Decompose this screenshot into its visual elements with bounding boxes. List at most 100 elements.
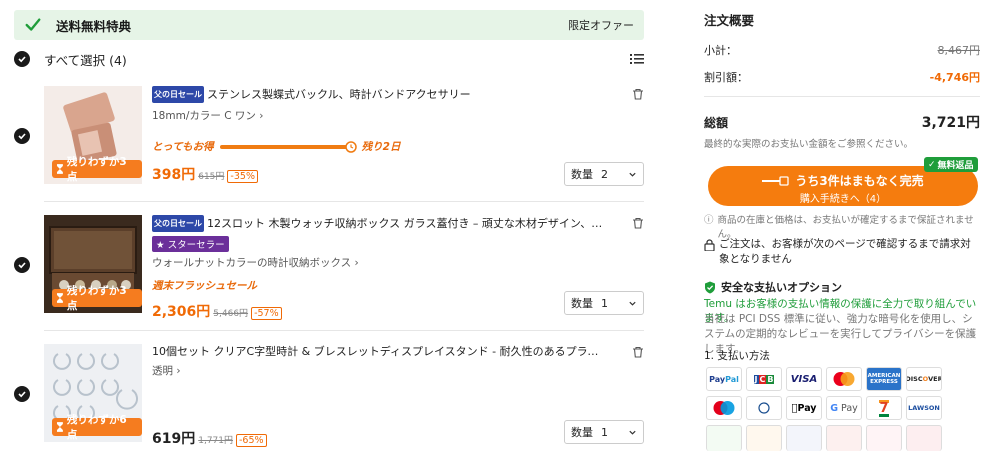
product-image[interactable]: 残りわずか3点	[44, 86, 142, 184]
variant-selector[interactable]: 18mm/カラー C ワン ›	[152, 108, 632, 123]
quantity-value: 1	[601, 425, 608, 439]
sale-tag: 父の日セール	[152, 215, 204, 232]
checkmark-icon	[25, 18, 41, 31]
check-icon: ✓	[928, 159, 936, 170]
maestro-icon	[706, 396, 742, 420]
divider	[704, 96, 980, 97]
select-all-row: すべて選択 (4)	[14, 48, 644, 70]
low-stock-text: 残りわずか3点	[66, 156, 127, 183]
check-icon	[18, 262, 26, 269]
lawson-icon: LAWSON	[906, 396, 942, 420]
price: 619円	[152, 431, 196, 447]
secure-title: 安全な支払いオプション	[721, 281, 842, 294]
old-price: 615円	[198, 172, 225, 182]
payment-icon-partial	[826, 425, 862, 451]
free-return-badge: ✓ 無料返品	[924, 157, 978, 172]
apple-pay-icon: Pay	[786, 396, 822, 420]
quantity-select[interactable]: 数量 1	[564, 420, 644, 444]
discount-badge: -65%	[236, 434, 267, 447]
hourglass-icon	[56, 164, 63, 174]
info-icon: ⓘ	[704, 215, 714, 226]
banner-title: 送料無料特典	[56, 18, 132, 34]
stock-note-text: 商品の在庫と価格は、お支払いが確定するまで保証されません。	[717, 215, 974, 240]
quantity-select[interactable]: 数量 1	[564, 291, 644, 315]
product-name[interactable]: 父の日セール 12スロット 木製ウォッチ収納ボックス ガラス蓋付き – 頑丈な木材…	[152, 215, 607, 232]
trash-icon[interactable]	[632, 217, 644, 229]
trash-icon[interactable]	[632, 346, 644, 358]
checkout-button[interactable]: うち3件はまもなく完売 購入手続きへ（4）	[708, 166, 978, 206]
discount-value: -4,746円	[929, 71, 980, 84]
payment-icon-partial	[866, 425, 902, 451]
summary-title: 注文概要	[704, 13, 755, 28]
chevron-down-icon	[629, 430, 636, 435]
chevron-down-icon	[629, 301, 636, 306]
select-all-checkbox[interactable]	[14, 51, 30, 67]
cart-item: 残りわずか3点 父の日セール ステンレス製蝶式バックル、時計バンドアクセサリー 1…	[14, 86, 644, 196]
product-name-text: 10個セット クリアC字型時計 & ブレスレットディスプレイスタンド - 耐久性…	[152, 345, 607, 358]
free-return-text: 無料返品	[937, 161, 974, 171]
promo-bar: 週末フラッシュセール	[152, 278, 632, 293]
product-image[interactable]: 残りわずか3点	[44, 215, 142, 313]
promo-bar: とってもお得 残り2日	[152, 139, 632, 154]
stock-note: ⓘ 商品の在庫と価格は、お支払いが確定するまで保証されません。	[704, 212, 980, 240]
old-price: 1,771円	[198, 436, 233, 446]
item-info: 10個セット クリアC字型時計 & ブレスレットディスプレイスタンド - 耐久性…	[152, 344, 632, 448]
cart-panel: 送料無料特典 限定オファー すべて選択 (4) 残りわずか3点 父の日セール ス…	[0, 0, 660, 451]
total-note: 最終的な実際のお支払い金額をご参照ください。	[704, 139, 914, 150]
total-label: 総額	[704, 115, 729, 130]
lock-icon	[704, 239, 715, 251]
discount-badge: -35%	[227, 170, 258, 183]
product-name[interactable]: 父の日セール ステンレス製蝶式バックル、時計バンドアクセサリー	[152, 86, 607, 103]
subtotal-row: 小計： 8,467円	[704, 42, 980, 58]
secure-title-row: 安全な支払いオプション	[704, 279, 980, 295]
list-view-icon[interactable]	[630, 53, 644, 65]
shield-check-icon	[705, 281, 715, 293]
quantity-label: 数量	[571, 426, 593, 439]
payment-icon-partial	[786, 425, 822, 451]
google-pay-icon: G Pay	[826, 396, 862, 420]
quantity-value: 1	[601, 296, 608, 310]
old-price: 5,466円	[213, 309, 249, 319]
product-name-text: ステンレス製蝶式バックル、時計バンドアクセサリー	[207, 88, 471, 101]
star-seller-text: スターセラー	[167, 240, 225, 251]
amex-icon: AMERICAN EXPRESS	[866, 367, 902, 391]
hourglass-icon	[56, 422, 63, 432]
lock-note: ご注文は、お客様が次のページで確認するまで請求対象となりません	[704, 237, 980, 267]
payment-icon-partial	[706, 425, 742, 451]
price: 2,306円	[152, 304, 211, 320]
cart-item: 残りわずか3点 父の日セール 12スロット 木製ウォッチ収納ボックス ガラス蓋付き…	[14, 215, 644, 320]
quantity-label: 数量	[571, 168, 593, 181]
item-checkbox[interactable]	[14, 128, 30, 144]
price: 398円	[152, 167, 196, 183]
low-stock-badge: 残りわずか3点	[52, 285, 142, 312]
variant-selector[interactable]: 透明 ›	[152, 363, 632, 378]
variant-selector[interactable]: ウォールナットカラーの時計収納ボックス ›	[152, 255, 632, 270]
diners-club-icon	[746, 396, 782, 420]
price-row: 2,306円 5,466円 -57%	[152, 301, 632, 321]
checkout-line1: うち3件はまもなく完売	[795, 174, 924, 188]
jcb-icon: JCB	[746, 367, 782, 391]
payment-icon-partial	[746, 425, 782, 451]
product-name-text: 12スロット 木製ウォッチ収納ボックス ガラス蓋付き – 頑丈な木材デザイン、防…	[207, 217, 607, 230]
quantity-select[interactable]: 数量 2	[564, 162, 644, 186]
promo-right-text: 残り2日	[361, 141, 401, 153]
seven-eleven-icon: 7	[866, 396, 902, 420]
product-name[interactable]: 10個セット クリアC字型時計 & ブレスレットディスプレイスタンド - 耐久性…	[152, 344, 607, 359]
discount-row: 割引額： -4,746円	[704, 69, 980, 85]
mastercard-icon	[826, 367, 862, 391]
trash-icon[interactable]	[632, 88, 644, 100]
product-image[interactable]: 残りわずか6点	[44, 344, 142, 442]
subtotal-label: 小計：	[704, 44, 737, 57]
item-checkbox[interactable]	[14, 386, 30, 402]
item-info: 父の日セール 12スロット 木製ウォッチ収納ボックス ガラス蓋付き – 頑丈な木材…	[152, 215, 632, 321]
limited-offer-link[interactable]: 限定オファー	[568, 17, 634, 33]
low-stock-text: 残りわずか6点	[66, 414, 127, 441]
checkout-line2: 購入手続きへ（4）	[799, 194, 887, 205]
item-checkbox[interactable]	[14, 257, 30, 273]
variant-text: 透明	[152, 365, 173, 377]
item-info: 父の日セール ステンレス製蝶式バックル、時計バンドアクセサリー 18mm/カラー …	[152, 86, 632, 184]
check-icon	[18, 391, 26, 398]
low-stock-text: 残りわずか3点	[66, 285, 127, 312]
sale-tag: 父の日セール	[152, 86, 204, 103]
price-row: 619円 1,771円 -65%	[152, 428, 632, 448]
